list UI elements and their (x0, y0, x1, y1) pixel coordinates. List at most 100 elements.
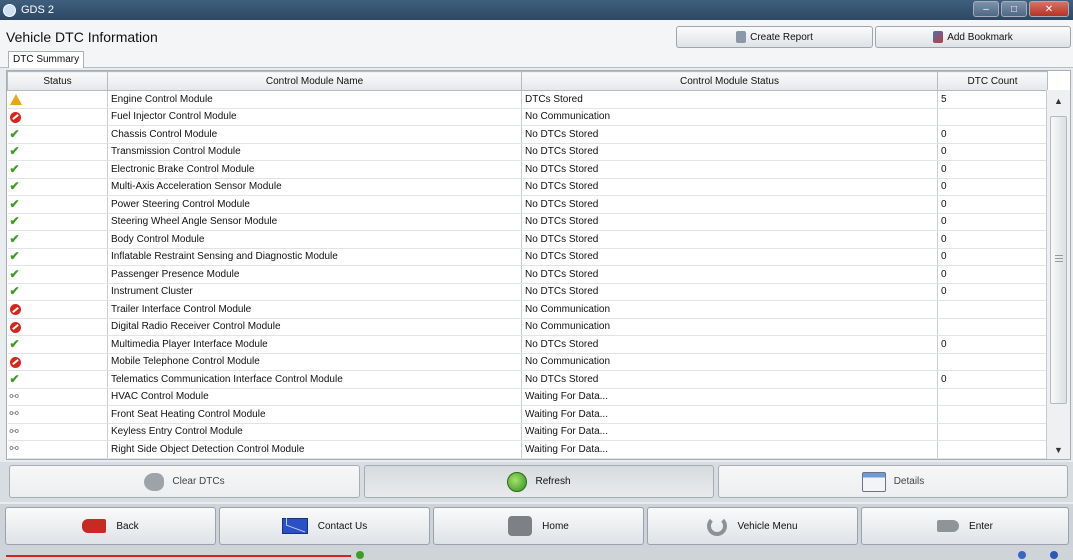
table-row[interactable]: ✔ Instrument Cluster No DTCs Stored 0 (7, 283, 1048, 301)
status-cell: ⚯ (7, 388, 108, 406)
status-cell (7, 300, 108, 319)
dtc-count-cell (937, 440, 1048, 459)
status-cell: ✔ (7, 248, 108, 266)
status-cell: ✔ (7, 160, 108, 179)
home-button[interactable]: Home (433, 507, 644, 545)
tab-dtc-summary[interactable]: DTC Summary (8, 51, 85, 68)
enter-arrow-icon (937, 520, 960, 532)
module-status-cell: No DTCs Stored (521, 160, 938, 179)
module-name-cell: Multi-Axis Acceleration Sensor Module (107, 178, 522, 196)
scrollbar-thumb[interactable] (1050, 116, 1067, 404)
details-button[interactable]: Details (718, 465, 1068, 498)
table-row[interactable]: ✔ Body Control Module No DTCs Stored 0 (7, 230, 1048, 249)
module-status-cell: No Communication (521, 353, 938, 371)
module-status-cell: No Communication (521, 318, 938, 336)
table-row[interactable]: Engine Control Module DTCs Stored 5 (7, 90, 1048, 109)
checkmark-icon: ✔ (9, 249, 20, 264)
module-name-cell: Right Side Object Detection Control Modu… (107, 440, 522, 459)
table-row[interactable]: ✔ Telematics Communication Interface Cont… (7, 370, 1048, 389)
dtc-count-cell (937, 300, 1048, 319)
checkmark-icon: ✔ (9, 284, 20, 299)
checkmark-icon: ✔ (9, 144, 20, 159)
details-icon (861, 471, 886, 492)
column-header-module-status[interactable]: Control Module Status (521, 71, 938, 91)
clear-dtcs-button[interactable]: Clear DTCs (9, 465, 360, 498)
plug-icon: ⚯ (9, 443, 19, 456)
back-arrow-icon (82, 519, 107, 533)
table-row[interactable]: ⚯ Keyless Entry Control Module Waiting For… (7, 423, 1048, 441)
contact-us-button[interactable]: Contact Us (219, 507, 430, 545)
checkmark-icon: ✔ (9, 196, 20, 211)
minimize-button[interactable]: – (973, 1, 999, 17)
column-header-module-name[interactable]: Control Module Name (107, 71, 522, 91)
table-row[interactable]: ⚯ Right Side Object Detection Control Mod… (7, 440, 1048, 459)
module-status-cell: No DTCs Stored (521, 335, 938, 354)
module-status-cell: No DTCs Stored (521, 283, 938, 301)
dtc-count-cell: 0 (937, 265, 1048, 284)
vehicle-menu-label: Vehicle Menu (737, 520, 798, 532)
table-row[interactable]: ✔ Steering Wheel Angle Sensor Module No DT… (7, 213, 1048, 231)
vehicle-menu-icon (707, 516, 728, 536)
enter-button[interactable]: Enter (861, 507, 1069, 545)
back-label: Back (116, 520, 139, 532)
column-header-status[interactable]: Status (7, 71, 108, 91)
vehicle-menu-button[interactable]: Vehicle Menu (647, 507, 858, 545)
module-status-cell: Waiting For Data... (521, 440, 938, 459)
status-cell (7, 318, 108, 336)
table-row[interactable]: Digital Radio Receiver Control Module No … (7, 318, 1048, 336)
status-cell: ⚯ (7, 423, 108, 441)
page-header: Vehicle DTC Information Create Report Ad… (0, 20, 1073, 48)
table-row[interactable]: ✔ Multi-Axis Acceleration Sensor Module No… (7, 178, 1048, 196)
status-cell: ✔ (7, 125, 108, 144)
dtc-table: Status Control Module Name Control Modul… (7, 71, 1048, 459)
dtc-count-cell: 0 (937, 370, 1048, 389)
table-row[interactable]: ✔ Chassis Control Module No DTCs Stored 0 (7, 125, 1048, 144)
home-icon (508, 516, 533, 536)
checkmark-icon: ✔ (9, 179, 20, 194)
dtc-count-cell (937, 353, 1048, 371)
dtc-count-cell (937, 318, 1048, 336)
status-bar (0, 548, 1073, 560)
module-status-cell: No DTCs Stored (521, 143, 938, 161)
dtc-table-panel: Status Control Module Name Control Modul… (6, 70, 1071, 460)
report-icon (736, 31, 747, 43)
create-report-button[interactable]: Create Report (676, 26, 873, 48)
dtc-count-cell: 0 (937, 195, 1048, 214)
refresh-label: Refresh (535, 476, 571, 487)
status-cell (7, 353, 108, 371)
close-button[interactable]: ✕ (1029, 1, 1069, 17)
refresh-button[interactable]: Refresh (364, 465, 714, 498)
dtc-count-cell (937, 423, 1048, 441)
maximize-button[interactable]: □ (1001, 1, 1027, 17)
table-row[interactable]: ✔ Electronic Brake Control Module No DTCs … (7, 160, 1048, 179)
table-row[interactable]: ⚯ HVAC Control Module Waiting For Data... (7, 388, 1048, 406)
table-row[interactable]: Fuel Injector Control Module No Communica… (7, 108, 1048, 126)
add-bookmark-button[interactable]: Add Bookmark (875, 26, 1071, 48)
table-row[interactable]: ✔ Transmission Control Module No DTCs Stor… (7, 143, 1048, 161)
scroll-down-icon[interactable]: ▼ (1054, 445, 1063, 455)
table-row[interactable]: ✔ Passenger Presence Module No DTCs Stored… (7, 265, 1048, 284)
module-name-cell: Fuel Injector Control Module (107, 108, 522, 126)
dtc-count-cell: 0 (937, 335, 1048, 354)
module-name-cell: Power Steering Control Module (107, 195, 522, 214)
back-button[interactable]: Back (5, 507, 216, 545)
module-name-cell: Instrument Cluster (107, 283, 522, 301)
scroll-up-icon[interactable]: ▲ (1054, 96, 1063, 106)
app-logo-icon (3, 3, 16, 17)
table-row[interactable]: ⚯ Front Seat Heating Control Module Waitin… (7, 405, 1048, 424)
checkmark-icon: ✔ (9, 161, 20, 176)
module-status-cell: No DTCs Stored (521, 370, 938, 389)
vertical-scrollbar[interactable]: ▲ ▼ (1046, 90, 1070, 459)
table-row[interactable]: ✔ Power Steering Control Module No DTCs St… (7, 195, 1048, 214)
table-row[interactable]: Mobile Telephone Control Module No Commun… (7, 353, 1048, 371)
module-status-cell: No DTCs Stored (521, 125, 938, 144)
dtc-count-cell: 0 (937, 283, 1048, 301)
table-row[interactable]: ✔ Inflatable Restraint Sensing and Diagno… (7, 248, 1048, 266)
module-name-cell: Transmission Control Module (107, 143, 522, 161)
checkmark-icon: ✔ (9, 266, 20, 281)
table-row[interactable]: ✔ Multimedia Player Interface Module No DT… (7, 335, 1048, 354)
clear-dtcs-label: Clear DTCs (172, 476, 225, 487)
status-cell: ✔ (7, 230, 108, 249)
table-row[interactable]: Trailer Interface Control Module No Commu… (7, 300, 1048, 319)
column-header-dtc-count[interactable]: DTC Count (937, 71, 1048, 91)
